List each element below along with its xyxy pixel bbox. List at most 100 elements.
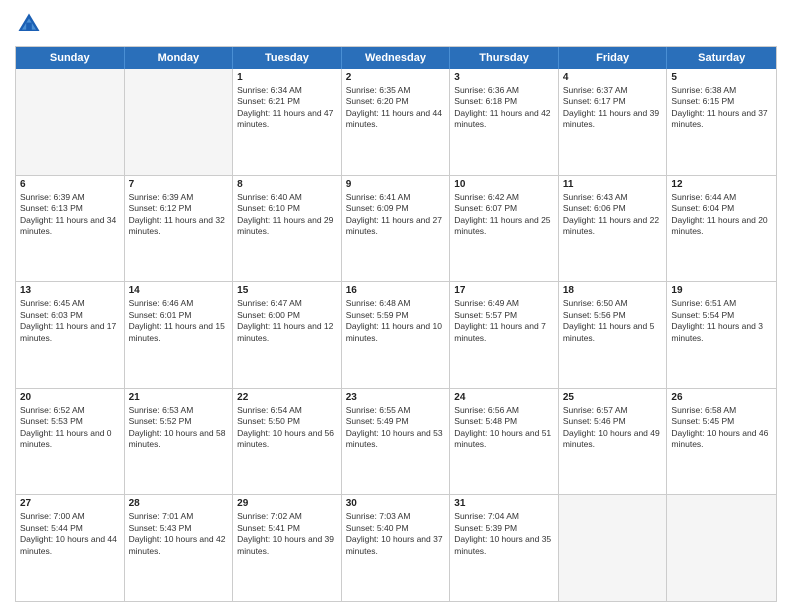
calendar-week-5: 27 Sunrise: 7:00 AMSunset: 5:44 PMDayligh…: [16, 494, 776, 601]
calendar-day-4: 4 Sunrise: 6:37 AMSunset: 6:17 PMDaylight…: [559, 69, 668, 175]
day-number: 28: [129, 498, 229, 509]
calendar-day-12: 12 Sunrise: 6:44 AMSunset: 6:04 PMDayligh…: [667, 176, 776, 282]
sun-info: Sunrise: 7:03 AMSunset: 5:40 PMDaylight:…: [346, 511, 446, 557]
day-number: 19: [671, 285, 772, 296]
logo: [15, 10, 47, 38]
day-number: 24: [454, 392, 554, 403]
sun-info: Sunrise: 6:41 AMSunset: 6:09 PMDaylight:…: [346, 192, 446, 238]
calendar-day-8: 8 Sunrise: 6:40 AMSunset: 6:10 PMDaylight…: [233, 176, 342, 282]
calendar-day-6: 6 Sunrise: 6:39 AMSunset: 6:13 PMDaylight…: [16, 176, 125, 282]
calendar-day-19: 19 Sunrise: 6:51 AMSunset: 5:54 PMDayligh…: [667, 282, 776, 388]
sun-info: Sunrise: 7:04 AMSunset: 5:39 PMDaylight:…: [454, 511, 554, 557]
calendar-day-10: 10Sunrise: 6:42 AMSunset: 6:07 PMDayligh…: [450, 176, 559, 282]
sun-info: Sunrise: 6:39 AMSunset: 6:12 PMDaylight:…: [129, 192, 229, 238]
calendar-day-empty: [667, 495, 776, 601]
day-number: 17: [454, 285, 554, 296]
calendar-day-30: 30 Sunrise: 7:03 AMSunset: 5:40 PMDayligh…: [342, 495, 451, 601]
day-number: 12: [671, 179, 772, 190]
calendar-week-1: 1 Sunrise: 6:34 AMSunset: 6:21 PMDaylight…: [16, 69, 776, 175]
calendar-day-27: 27 Sunrise: 7:00 AMSunset: 5:44 PMDayligh…: [16, 495, 125, 601]
sun-info: Sunrise: 6:48 AMSunset: 5:59 PMDaylight:…: [346, 298, 446, 344]
calendar-day-24: 24Sunrise: 6:56 AMSunset: 5:48 PMDayligh…: [450, 389, 559, 495]
calendar-day-empty: [559, 495, 668, 601]
calendar-day-20: 20Sunrise: 6:52 AMSunset: 5:53 PMDayligh…: [16, 389, 125, 495]
sun-info: Sunrise: 6:50 AMSunset: 5:56 PMDaylight:…: [563, 298, 663, 344]
calendar-day-5: 5 Sunrise: 6:38 AMSunset: 6:15 PMDaylight…: [667, 69, 776, 175]
calendar-day-18: 18Sunrise: 6:50 AMSunset: 5:56 PMDayligh…: [559, 282, 668, 388]
calendar-body: 1 Sunrise: 6:34 AMSunset: 6:21 PMDaylight…: [16, 69, 776, 601]
weekday-header-saturday: Saturday: [667, 47, 776, 69]
sun-info: Sunrise: 6:54 AMSunset: 5:50 PMDaylight:…: [237, 405, 337, 451]
sun-info: Sunrise: 6:53 AMSunset: 5:52 PMDaylight:…: [129, 405, 229, 451]
calendar-day-21: 21 Sunrise: 6:53 AMSunset: 5:52 PMDayligh…: [125, 389, 234, 495]
calendar-day-31: 31 Sunrise: 7:04 AMSunset: 5:39 PMDayligh…: [450, 495, 559, 601]
day-number: 25: [563, 392, 663, 403]
day-number: 30: [346, 498, 446, 509]
day-number: 3: [454, 72, 554, 83]
calendar-day-empty: [125, 69, 234, 175]
day-number: 13: [20, 285, 120, 296]
sun-info: Sunrise: 6:47 AMSunset: 6:00 PMDaylight:…: [237, 298, 337, 344]
sun-info: Sunrise: 6:40 AMSunset: 6:10 PMDaylight:…: [237, 192, 337, 238]
sun-info: Sunrise: 6:46 AMSunset: 6:01 PMDaylight:…: [129, 298, 229, 344]
sun-info: Sunrise: 6:36 AMSunset: 6:18 PMDaylight:…: [454, 85, 554, 131]
sun-info: Sunrise: 6:42 AMSunset: 6:07 PMDaylight:…: [454, 192, 554, 238]
day-number: 15: [237, 285, 337, 296]
calendar-day-23: 23 Sunrise: 6:55 AMSunset: 5:49 PMDayligh…: [342, 389, 451, 495]
weekday-header-monday: Monday: [125, 47, 234, 69]
day-number: 14: [129, 285, 229, 296]
calendar-day-13: 13 Sunrise: 6:45 AMSunset: 6:03 PMDayligh…: [16, 282, 125, 388]
day-number: 11: [563, 179, 663, 190]
logo-icon: [15, 10, 43, 38]
day-number: 5: [671, 72, 772, 83]
calendar-day-15: 15 Sunrise: 6:47 AMSunset: 6:00 PMDayligh…: [233, 282, 342, 388]
day-number: 22: [237, 392, 337, 403]
day-number: 6: [20, 179, 120, 190]
calendar-week-4: 20Sunrise: 6:52 AMSunset: 5:53 PMDayligh…: [16, 388, 776, 495]
day-number: 26: [671, 392, 772, 403]
weekday-header-wednesday: Wednesday: [342, 47, 451, 69]
calendar-day-25: 25 Sunrise: 6:57 AMSunset: 5:46 PMDayligh…: [559, 389, 668, 495]
calendar-day-16: 16Sunrise: 6:48 AMSunset: 5:59 PMDayligh…: [342, 282, 451, 388]
sun-info: Sunrise: 6:55 AMSunset: 5:49 PMDaylight:…: [346, 405, 446, 451]
calendar: SundayMondayTuesdayWednesdayThursdayFrid…: [15, 46, 777, 602]
weekday-header-friday: Friday: [559, 47, 668, 69]
day-number: 8: [237, 179, 337, 190]
sun-info: Sunrise: 6:43 AMSunset: 6:06 PMDaylight:…: [563, 192, 663, 238]
sun-info: Sunrise: 6:35 AMSunset: 6:20 PMDaylight:…: [346, 85, 446, 131]
sun-info: Sunrise: 6:37 AMSunset: 6:17 PMDaylight:…: [563, 85, 663, 131]
day-number: 21: [129, 392, 229, 403]
calendar-week-3: 13 Sunrise: 6:45 AMSunset: 6:03 PMDayligh…: [16, 281, 776, 388]
calendar-day-26: 26 Sunrise: 6:58 AMSunset: 5:45 PMDayligh…: [667, 389, 776, 495]
calendar-day-empty: [16, 69, 125, 175]
sun-info: Sunrise: 6:34 AMSunset: 6:21 PMDaylight:…: [237, 85, 337, 131]
weekday-header-thursday: Thursday: [450, 47, 559, 69]
sun-info: Sunrise: 6:45 AMSunset: 6:03 PMDaylight:…: [20, 298, 120, 344]
day-number: 4: [563, 72, 663, 83]
calendar-day-17: 17 Sunrise: 6:49 AMSunset: 5:57 PMDayligh…: [450, 282, 559, 388]
sun-info: Sunrise: 6:57 AMSunset: 5:46 PMDaylight:…: [563, 405, 663, 451]
weekday-header-tuesday: Tuesday: [233, 47, 342, 69]
day-number: 29: [237, 498, 337, 509]
sun-info: Sunrise: 6:51 AMSunset: 5:54 PMDaylight:…: [671, 298, 772, 344]
day-number: 9: [346, 179, 446, 190]
day-number: 2: [346, 72, 446, 83]
sun-info: Sunrise: 6:39 AMSunset: 6:13 PMDaylight:…: [20, 192, 120, 238]
sun-info: Sunrise: 6:38 AMSunset: 6:15 PMDaylight:…: [671, 85, 772, 131]
calendar-week-2: 6 Sunrise: 6:39 AMSunset: 6:13 PMDaylight…: [16, 175, 776, 282]
calendar-day-2: 2 Sunrise: 6:35 AMSunset: 6:20 PMDaylight…: [342, 69, 451, 175]
calendar-day-7: 7Sunrise: 6:39 AMSunset: 6:12 PMDaylight…: [125, 176, 234, 282]
calendar-day-28: 28Sunrise: 7:01 AMSunset: 5:43 PMDayligh…: [125, 495, 234, 601]
calendar-header-row: SundayMondayTuesdayWednesdayThursdayFrid…: [16, 47, 776, 69]
day-number: 23: [346, 392, 446, 403]
day-number: 27: [20, 498, 120, 509]
day-number: 31: [454, 498, 554, 509]
sun-info: Sunrise: 6:49 AMSunset: 5:57 PMDaylight:…: [454, 298, 554, 344]
header: [15, 10, 777, 38]
sun-info: Sunrise: 6:44 AMSunset: 6:04 PMDaylight:…: [671, 192, 772, 238]
sun-info: Sunrise: 7:00 AMSunset: 5:44 PMDaylight:…: [20, 511, 120, 557]
day-number: 1: [237, 72, 337, 83]
sun-info: Sunrise: 6:52 AMSunset: 5:53 PMDaylight:…: [20, 405, 120, 451]
calendar-day-29: 29Sunrise: 7:02 AMSunset: 5:41 PMDayligh…: [233, 495, 342, 601]
sun-info: Sunrise: 6:58 AMSunset: 5:45 PMDaylight:…: [671, 405, 772, 451]
